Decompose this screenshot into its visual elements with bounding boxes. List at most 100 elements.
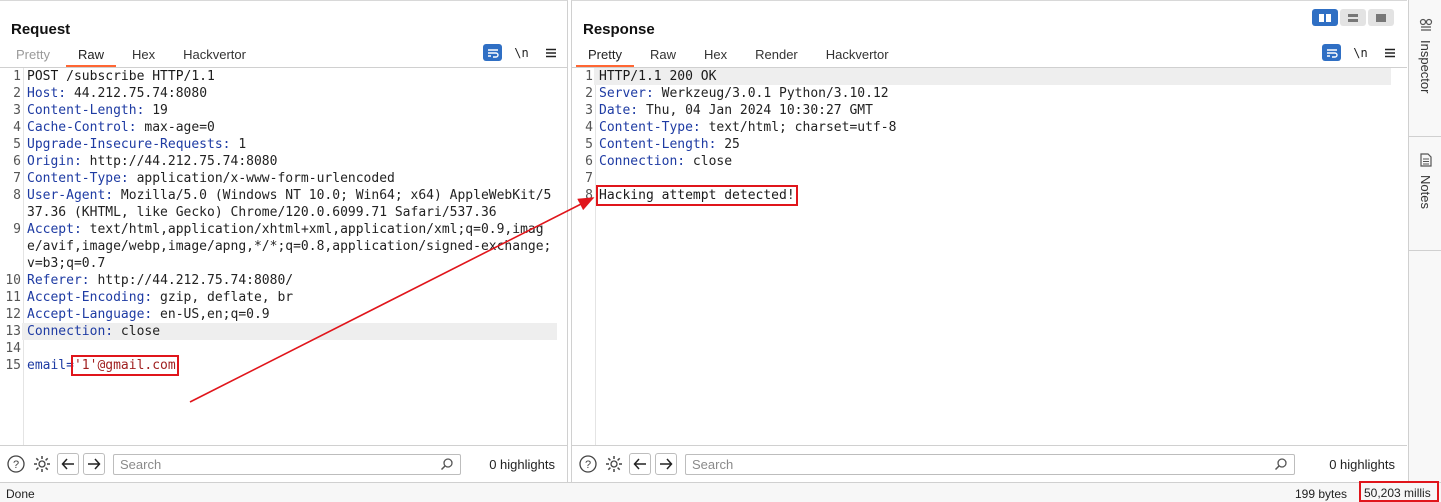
menu-icon[interactable] <box>541 44 560 61</box>
header-value: application/x-www-form-urlencoded <box>128 171 395 186</box>
magnifier-icon[interactable] <box>440 457 454 471</box>
sidebar-label-inspector: Inspector <box>1418 40 1433 94</box>
code-line[interactable]: 14 <box>0 340 567 357</box>
wrap-icon[interactable] <box>483 44 502 61</box>
settings-icon[interactable] <box>31 453 53 475</box>
response-pane: Response Pretty Raw Hex Render Hackverto… <box>571 0 1407 482</box>
help-icon[interactable]: ? <box>577 453 599 475</box>
response-editor[interactable]: 1 HTTP/1.1 200 OK 2 Server: Werkzeug/3.0.1 … <box>572 68 1407 445</box>
header-name: Content-Type: <box>599 120 701 135</box>
request-tabs: Pretty Raw Hex Hackvertor <box>4 45 262 67</box>
forward-arrow-icon[interactable] <box>655 453 677 475</box>
code-line[interactable]: 1 POST /subscribe HTTP/1.1 <box>0 68 567 85</box>
code-line[interactable]: 8 User-Agent: Mozilla/5.0 (Windows NT 10.… <box>0 187 567 221</box>
line-number: 6 <box>585 154 593 169</box>
back-arrow-icon[interactable] <box>629 453 651 475</box>
layout-tabs-icon[interactable] <box>1368 9 1394 26</box>
header-name: Date: <box>599 103 639 118</box>
line-number: 5 <box>585 137 593 152</box>
line-number: 1 <box>13 69 21 84</box>
newline-toggle-icon[interactable]: \n <box>1351 44 1370 61</box>
code-line[interactable]: 3 Content-Length: 19 <box>0 102 567 119</box>
line-content: Content-Length: 25 <box>594 136 1391 153</box>
code-line[interactable]: 5 Upgrade-Insecure-Requests: 1 <box>0 136 567 153</box>
response-tab-raw[interactable]: Raw <box>638 45 688 67</box>
code-line[interactable]: 15 email='1'@gmail.com <box>0 355 567 376</box>
header-value: text/html; charset=utf-8 <box>700 120 897 135</box>
svg-text:?: ? <box>13 459 19 471</box>
code-line[interactable]: 4 Cache-Control: max-age=0 <box>0 119 567 136</box>
sidebar-item-inspector[interactable]: Inspector <box>1409 18 1441 93</box>
code-line[interactable]: 1 HTTP/1.1 200 OK <box>572 68 1407 85</box>
code-line[interactable]: 9 Accept: text/html,application/xhtml+xml… <box>0 221 567 272</box>
back-arrow-icon[interactable] <box>57 453 79 475</box>
request-title: Request <box>11 21 71 38</box>
header-name: Connection: <box>599 154 686 169</box>
line-number: 6 <box>13 154 21 169</box>
code-line[interactable]: 13 Connection: close <box>0 323 567 340</box>
response-tab-pretty[interactable]: Pretty <box>576 45 634 67</box>
forward-arrow-icon[interactable] <box>83 453 105 475</box>
line-content: email='1'@gmail.com <box>22 355 557 376</box>
wrap-icon[interactable] <box>1322 44 1341 61</box>
code-line[interactable]: 2 Host: 44.212.75.74:8080 <box>0 85 567 102</box>
body-param-equals: = <box>66 358 74 373</box>
response-search-input[interactable] <box>692 456 1234 472</box>
settings-icon[interactable] <box>603 453 625 475</box>
line-number: 7 <box>13 171 21 186</box>
status-text: Done <box>6 487 35 501</box>
code-line[interactable]: 4 Content-Type: text/html; charset=utf-8 <box>572 119 1407 136</box>
code-line[interactable]: 7 <box>572 170 1407 187</box>
request-tab-hex[interactable]: Hex <box>120 45 167 67</box>
code-line[interactable]: 3 Date: Thu, 04 Jan 2024 10:30:27 GMT <box>572 102 1407 119</box>
request-tab-hackvertor[interactable]: Hackvertor <box>171 45 258 67</box>
request-search-input[interactable] <box>120 456 426 472</box>
code-line[interactable]: 2 Server: Werkzeug/3.0.1 Python/3.10.12 <box>572 85 1407 102</box>
response-tabs: Pretty Raw Hex Render Hackvertor <box>576 45 905 67</box>
response-tab-hex[interactable]: Hex <box>692 45 739 67</box>
header-name: Connection: <box>27 324 114 339</box>
header-name: Content-Length: <box>599 137 717 152</box>
menu-icon[interactable] <box>1380 44 1399 61</box>
response-tab-hackvertor[interactable]: Hackvertor <box>814 45 901 67</box>
line-content: Referer: http://44.212.75.74:8080/ <box>22 272 557 289</box>
code-line[interactable]: 12 Accept-Language: en-US,en;q=0.9 <box>0 306 567 323</box>
request-editor[interactable]: 1 POST /subscribe HTTP/1.1 2 Host: 44.212.7… <box>0 68 567 445</box>
newline-toggle-icon[interactable]: \n <box>512 44 531 61</box>
right-sidebar: Inspector Notes <box>1408 0 1441 482</box>
line-content: Date: Thu, 04 Jan 2024 10:30:27 GMT <box>594 102 1391 119</box>
code-line[interactable]: 5 Content-Length: 25 <box>572 136 1407 153</box>
line-content: Content-Type: text/html; charset=utf-8 <box>594 119 1391 136</box>
magnifier-icon[interactable] <box>1274 457 1288 471</box>
code-line[interactable]: 8 Hacking attempt detected! <box>572 185 1407 206</box>
header-value: 1 <box>230 137 247 152</box>
line-content: Accept: text/html,application/xhtml+xml,… <box>22 221 557 272</box>
response-tab-render[interactable]: Render <box>743 45 810 67</box>
header-value: http://44.212.75.74:8080/ <box>89 273 294 288</box>
request-tab-pretty[interactable]: Pretty <box>4 45 62 67</box>
layout-side-by-side-icon[interactable] <box>1312 9 1338 26</box>
line-content: Origin: http://44.212.75.74:8080 <box>22 153 557 170</box>
line-number: 11 <box>5 290 21 305</box>
sidebar-label-notes: Notes <box>1418 175 1433 209</box>
request-footer: ? 0 highlights <box>0 445 567 482</box>
code-line[interactable]: 6 Connection: close <box>572 153 1407 170</box>
header-name: Cache-Control: <box>27 120 137 135</box>
response-time: 50,203 millis <box>1359 481 1439 502</box>
line-content: Host: 44.212.75.74:8080 <box>22 85 557 102</box>
line-number: 7 <box>585 171 593 186</box>
sidebar-item-notes[interactable]: Notes <box>1409 136 1441 209</box>
request-tab-raw[interactable]: Raw <box>65 45 116 67</box>
code-line[interactable]: 7 Content-Type: application/x-www-form-ur… <box>0 170 567 187</box>
code-line[interactable]: 11 Accept-Encoding: gzip, deflate, br <box>0 289 567 306</box>
header-value: en-US,en;q=0.9 <box>152 307 270 322</box>
request-search[interactable] <box>113 453 461 475</box>
line-number: 9 <box>13 222 21 237</box>
request-editor-tools: \n <box>483 44 560 61</box>
response-search[interactable] <box>685 453 1295 475</box>
code-line[interactable]: 10 Referer: http://44.212.75.74:8080/ <box>0 272 567 289</box>
code-line[interactable]: 6 Origin: http://44.212.75.74:8080 <box>0 153 567 170</box>
line-number: 3 <box>585 103 593 118</box>
layout-stacked-icon[interactable] <box>1340 9 1366 26</box>
help-icon[interactable]: ? <box>5 453 27 475</box>
